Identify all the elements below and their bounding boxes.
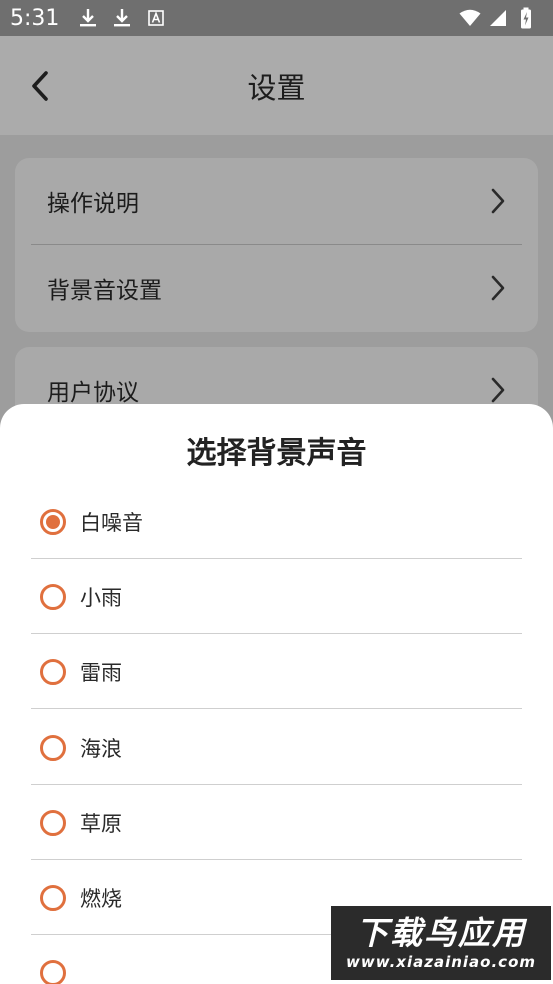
settings-item-label: 背景音设置 [47,278,162,304]
settings-item-label: 操作说明 [47,191,139,217]
wifi-icon [459,7,481,29]
text-a-icon [145,7,167,29]
chevron-right-icon [491,377,505,403]
status-icons-right [459,7,543,29]
radio-unchecked-icon[interactable] [40,960,66,984]
back-button[interactable] [20,66,60,106]
chevron-right-icon [491,275,505,301]
radio-unchecked-icon[interactable] [40,583,66,610]
settings-item-background-sound[interactable]: 背景音设置 [15,245,538,331]
divider [31,708,522,709]
option-label: 小雨 [80,585,122,610]
radio-unchecked-icon[interactable] [40,884,66,911]
radio-unchecked-icon[interactable] [40,734,66,761]
watermark-url-text: www.xiazainiao.com [345,953,537,971]
chevron-left-icon [32,71,48,101]
radio-unchecked-icon[interactable] [40,809,66,836]
download-icon [77,7,99,29]
sound-option-grassland[interactable]: 草原 [31,785,522,860]
option-label: 海浪 [80,736,122,761]
sound-option-thunderstorm[interactable]: 雷雨 [31,634,522,709]
radio-unchecked-icon[interactable] [40,658,66,685]
settings-card-1: 操作说明 背景音设置 [15,158,538,332]
sound-option-light-rain[interactable]: 小雨 [31,559,522,634]
watermark-logo: 下载鸟应用 www.xiazainiao.com [331,906,551,980]
sheet-title: 选择背景声音 [186,436,367,471]
sound-picker-sheet: 选择背景声音 白噪音 小雨 雷雨 海浪 草原 燃烧 [0,404,553,984]
option-label: 草原 [80,811,122,836]
page-title: 设置 [247,70,306,105]
battery-charging-icon [515,7,537,29]
chevron-right-icon [491,188,505,214]
settings-item-instructions[interactable]: 操作说明 [15,158,538,244]
download-icon [111,7,133,29]
status-bar: 5:31 [0,0,553,36]
signal-icon [487,7,509,29]
option-label: 白噪音 [80,510,143,535]
option-label: 燃烧 [80,886,122,911]
toolbar: 设置 [0,36,553,135]
watermark-main-text: 下载鸟应用 [355,914,526,952]
radio-checked-icon[interactable] [40,508,66,535]
settings-item-label: 用户协议 [47,380,139,406]
status-time: 5:31 [10,5,60,31]
sound-option-white-noise[interactable]: 白噪音 [31,484,522,559]
sound-option-waves[interactable]: 海浪 [31,710,522,785]
option-label: 雷雨 [80,660,122,685]
